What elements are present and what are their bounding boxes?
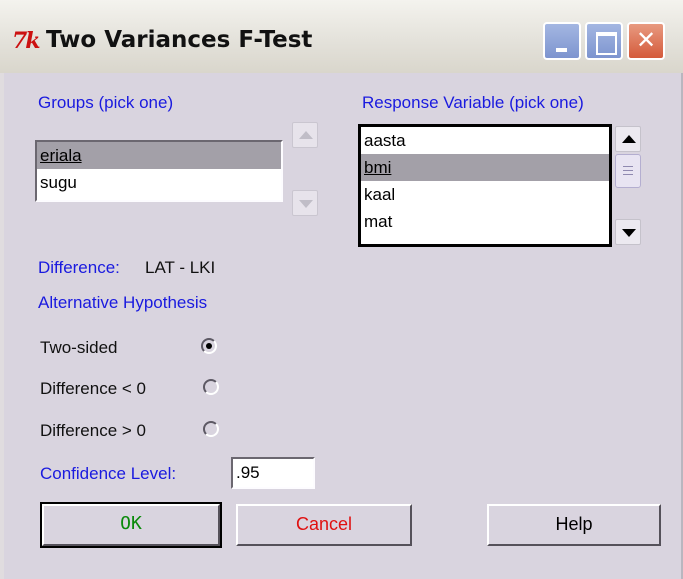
list-item[interactable]: aasta: [361, 127, 609, 154]
list-item[interactable]: mat: [361, 208, 609, 235]
list-item[interactable]: eriala: [37, 142, 281, 169]
scroll-down-button[interactable]: [292, 190, 318, 216]
difference-value: LAT - LKI: [145, 258, 216, 277]
list-item[interactable]: bmi: [361, 154, 609, 181]
list-item-label: eriala: [40, 146, 82, 165]
radio-difference-less[interactable]: [203, 379, 219, 395]
confidence-label: Confidence Level:: [40, 464, 177, 483]
close-button[interactable]: ✕: [627, 22, 665, 60]
groups-label: Groups (pick one): [38, 93, 174, 112]
scroll-down-button[interactable]: [615, 219, 641, 245]
radio-two-sided[interactable]: [201, 338, 217, 354]
response-label: Response Variable (pick one): [362, 93, 584, 112]
close-icon: ✕: [635, 26, 657, 54]
help-button[interactable]: Help: [487, 504, 661, 546]
scroll-up-icon: [622, 135, 636, 143]
scroll-down-icon: [299, 200, 313, 208]
scroll-down-icon: [622, 229, 636, 237]
groups-scrollbar[interactable]: [292, 122, 318, 218]
list-item-label: mat: [364, 212, 393, 231]
list-item-label: sugu: [40, 173, 77, 192]
list-item-label: bmi: [364, 158, 392, 177]
window-title: Two Variances F-Test: [46, 27, 313, 53]
cancel-button[interactable]: Cancel: [236, 504, 412, 546]
difference-label: Difference:: [38, 258, 120, 277]
list-item-label: aasta: [364, 131, 406, 150]
dialog-window: 7k Two Variances F-Test ✕ Groups (pick o…: [0, 0, 683, 579]
scroll-thumb[interactable]: [615, 154, 641, 188]
list-item[interactable]: kaal: [361, 181, 609, 208]
maximize-button[interactable]: [585, 22, 623, 60]
alternative-label: Alternative Hypothesis: [38, 293, 208, 312]
option-less-label: Difference < 0: [40, 379, 147, 398]
response-scrollbar[interactable]: [615, 126, 641, 246]
option-two-sided-label: Two-sided: [40, 338, 118, 357]
grip-line: [623, 170, 633, 171]
scroll-up-button[interactable]: [292, 122, 318, 148]
list-item-label: kaal: [364, 185, 396, 204]
grip-line: [623, 166, 633, 167]
minimize-button[interactable]: [543, 22, 581, 60]
list-item[interactable]: sugu: [37, 169, 281, 196]
response-listbox[interactable]: aasta bmi kaal mat: [358, 124, 612, 247]
dialog-body: Groups (pick one) eriala sugu Response V…: [4, 73, 681, 579]
option-greater-label: Difference > 0: [40, 421, 147, 440]
title-bar[interactable]: 7k Two Variances F-Test ✕: [0, 0, 683, 73]
scroll-up-button[interactable]: [615, 126, 641, 152]
scroll-up-icon: [299, 131, 313, 139]
grip-line: [623, 174, 633, 175]
confidence-input[interactable]: .95: [231, 457, 315, 489]
groups-listbox[interactable]: eriala sugu: [35, 140, 283, 202]
radio-difference-greater[interactable]: [203, 421, 219, 437]
ok-button[interactable]: OK: [40, 502, 222, 548]
tk-app-icon[interactable]: 7k: [12, 28, 41, 54]
